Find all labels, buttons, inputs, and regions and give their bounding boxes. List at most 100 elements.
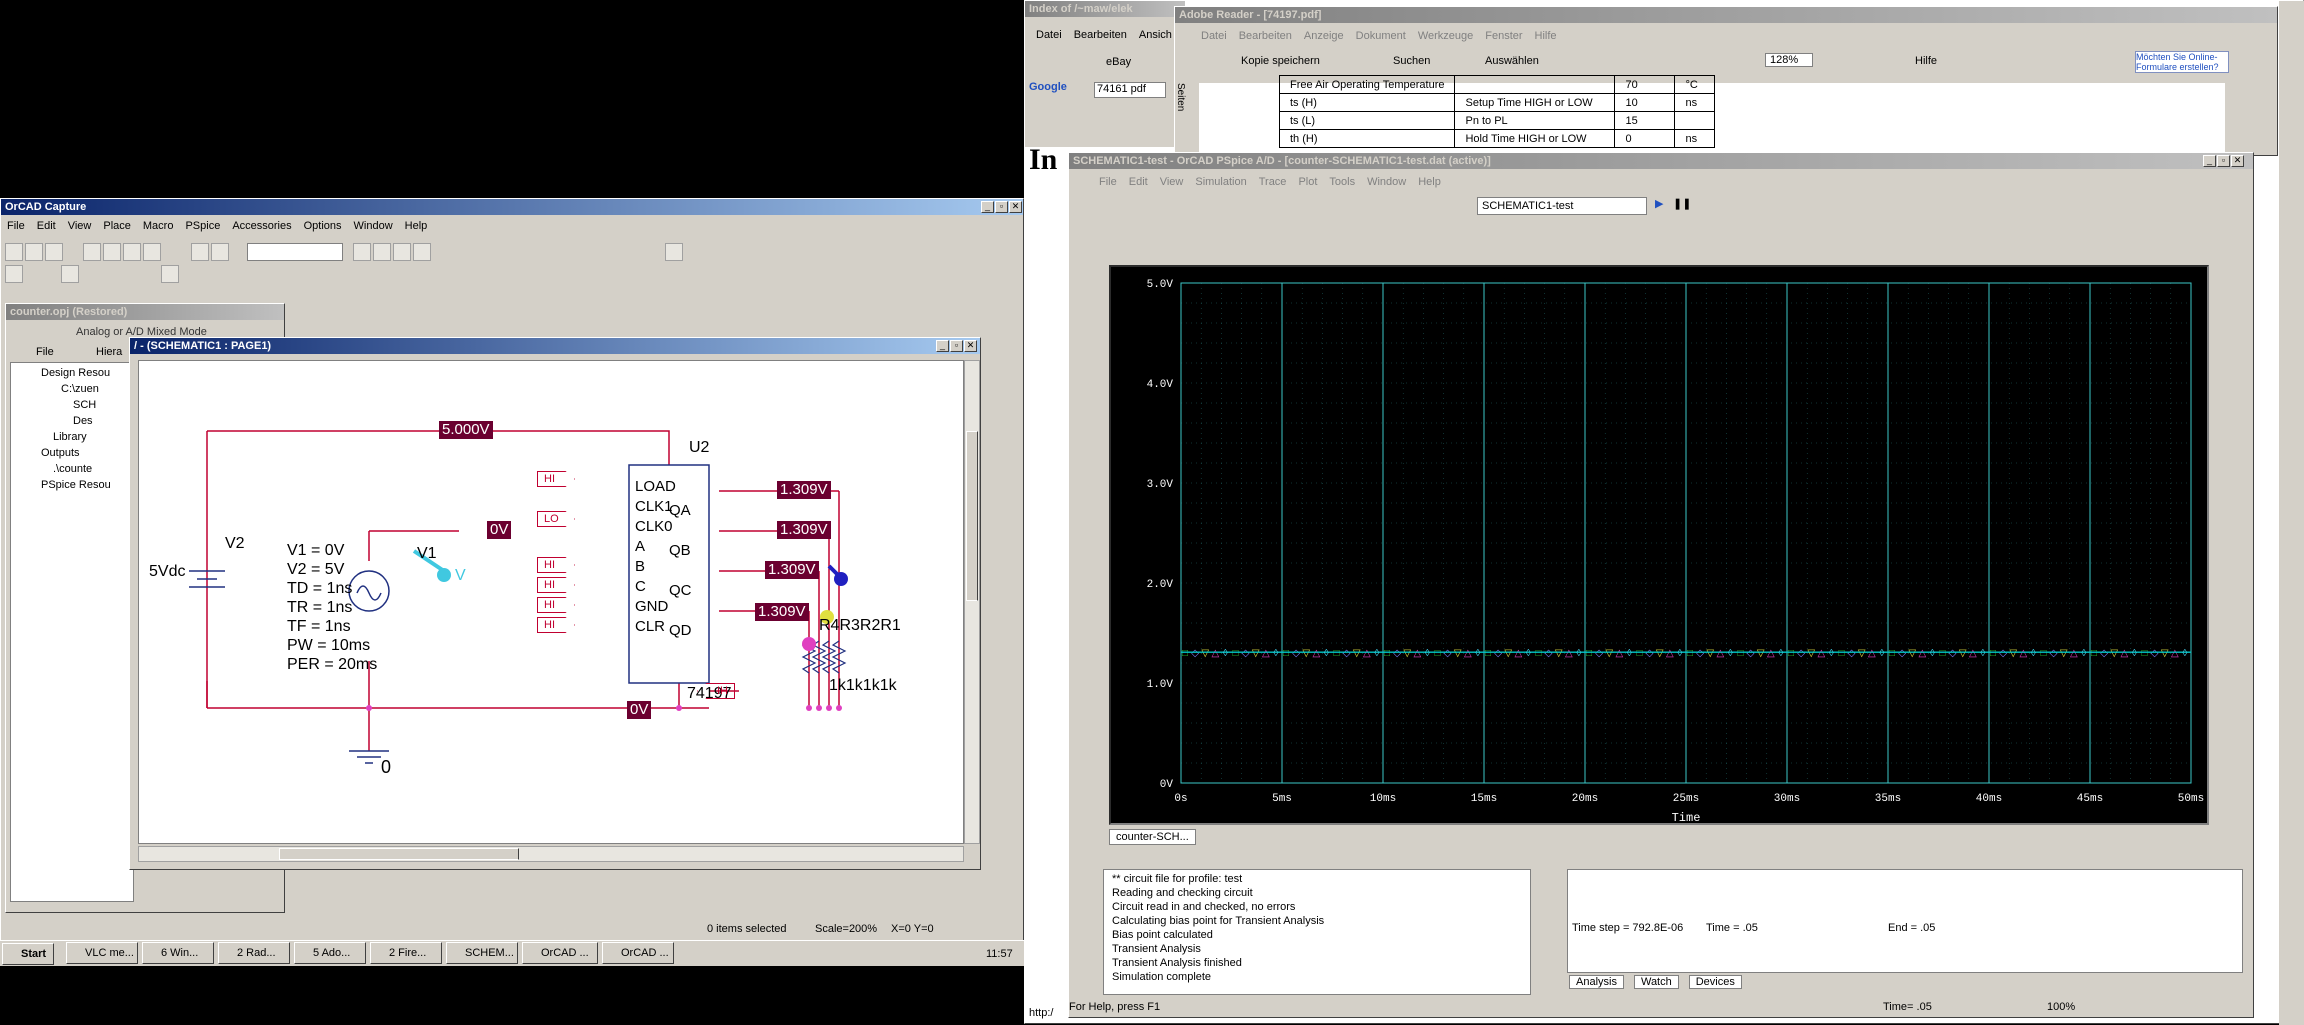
pspice-menu-simulation[interactable]: Simulation [1195,173,1246,191]
taskbar-item[interactable]: 2 Fire... [370,942,442,964]
reader-menu-0[interactable]: Datei [1201,27,1227,45]
taskbar-item[interactable]: 6 Win... [142,942,214,964]
select-tool-button[interactable]: Auswählen [1485,55,1539,67]
save-icon[interactable] [45,243,63,261]
copy-icon[interactable] [123,243,141,261]
tree-item[interactable]: Library [53,431,87,443]
zoom-field[interactable]: 128% [1765,53,1813,67]
pspice-menu-help[interactable]: Help [1418,173,1441,191]
tree-item[interactable]: Design Resou [41,367,110,379]
capture-title-bar[interactable]: OrCAD Capture [1,199,1023,215]
tree-item[interactable]: .\counte [53,463,92,475]
menu-item-macro[interactable]: Macro [143,217,174,235]
project-title-bar[interactable]: counter.opj (Restored) [6,304,284,320]
h-scrollbar[interactable] [138,846,964,862]
run-pspice-icon[interactable] [61,265,79,283]
schematic-min-button[interactable]: _ [936,340,949,352]
reader-menu-5[interactable]: Fenster [1485,27,1522,45]
schematic-close-button[interactable]: ✕ [964,340,977,352]
browser-menu-0[interactable]: Datei [1036,26,1062,44]
taskbar-item[interactable]: SCHEM... [446,942,518,964]
pspice-menu-view[interactable]: View [1160,173,1184,191]
tab-devices[interactable]: Devices [1688,975,1742,989]
start-button[interactable]: Start [2,943,54,965]
reader-menu-2[interactable]: Anzeige [1304,27,1344,45]
save-copy-button[interactable]: Kopie speichern [1241,55,1320,67]
menu-item-accessories[interactable]: Accessories [232,217,291,235]
maximize-button[interactable]: ▫ [995,201,1008,213]
help-icon[interactable] [665,243,683,261]
taskbar-item[interactable]: OrCAD ... [602,942,674,964]
taskbar-item[interactable]: OrCAD ... [522,942,598,964]
promo-link[interactable]: Möchten Sie Online-Formulare erstellen? [2135,51,2229,73]
menu-item-file[interactable]: File [7,217,25,235]
pspice-close-button[interactable]: ✕ [2231,155,2244,167]
menu-item-view[interactable]: View [68,217,92,235]
zoom-area-icon[interactable] [393,243,411,261]
redo-icon[interactable] [211,243,229,261]
menu-item-help[interactable]: Help [405,217,428,235]
browser-menu-2[interactable]: Ansich [1139,26,1172,44]
schematic-title-bar[interactable]: / - (SCHEMATIC1 : PAGE1) [130,338,980,354]
reader-menu-3[interactable]: Dokument [1356,27,1406,45]
tree-item[interactable]: Outputs [41,447,80,459]
pspice-title-bar[interactable]: SCHEMATIC1-test - OrCAD PSpice A/D - [co… [1069,153,2253,169]
menu-item-pspice[interactable]: PSpice [185,217,220,235]
tree-item[interactable]: PSpice Resou [41,479,111,491]
reader-menu-6[interactable]: Hilfe [1535,27,1557,45]
netlist-icon[interactable] [5,265,23,283]
taskbar-item[interactable]: VLC me... [66,942,138,964]
probe-icon[interactable] [161,265,179,283]
taskbar-item[interactable]: 2 Rad... [218,942,290,964]
pspice-max-button[interactable]: ▫ [2217,155,2230,167]
cut-icon[interactable] [103,243,121,261]
pspice-menu-trace[interactable]: Trace [1259,173,1287,191]
menu-item-edit[interactable]: Edit [37,217,56,235]
pspice-menu-window[interactable]: Window [1367,173,1406,191]
browser-search-box[interactable]: 74161 pdf [1094,82,1166,98]
menu-item-window[interactable]: Window [354,217,393,235]
zoom-in-icon[interactable] [353,243,371,261]
search-button[interactable]: Suchen [1393,55,1430,67]
pspice-menu-file[interactable]: File [1099,173,1117,191]
v-scrollbar[interactable] [964,360,980,844]
plot-area[interactable]: 0s 5ms 10ms 15ms 20ms 25ms 30ms 35ms 40ms 45ms 50m… [1109,265,2209,825]
tree-item[interactable]: Des [73,415,93,427]
new-icon[interactable] [5,243,23,261]
tab-hierarchy[interactable]: Hiera [96,346,122,358]
open-icon[interactable] [25,243,43,261]
profile-dropdown[interactable]: SCHEMATIC1-test [1477,197,1647,215]
tab-analysis[interactable]: Analysis [1569,975,1624,989]
paste-icon[interactable] [143,243,161,261]
print-icon[interactable] [83,243,101,261]
tab-file[interactable]: File [36,346,54,358]
zoom-all-icon[interactable] [413,243,431,261]
ebay-label[interactable]: eBay [1106,56,1131,68]
browser-menu-1[interactable]: Bearbeiten [1074,26,1127,44]
taskbar-item[interactable]: 5 Ado... [294,942,366,964]
run-button[interactable]: ▶ [1655,197,1663,210]
menu-item-options[interactable]: Options [304,217,342,235]
schematic-max-button[interactable]: ▫ [950,340,963,352]
pspice-menu-edit[interactable]: Edit [1129,173,1148,191]
tab-watch[interactable]: Watch [1633,975,1679,989]
browser-title-bar[interactable]: Index of /~maw/elek [1025,1,1185,17]
pspice-min-button[interactable]: _ [2203,155,2216,167]
tree-item[interactable]: C:\zuen [61,383,99,395]
close-button[interactable]: ✕ [1009,201,1022,213]
probe-marker[interactable]: V [455,567,466,585]
pspice-menu-tools[interactable]: Tools [1329,173,1355,191]
schematic-canvas[interactable]: 5.000V 0V 1.309V 1.309V 1.309V 1.309V 0V… [138,360,964,844]
zoom-out-icon[interactable] [373,243,391,261]
undo-icon[interactable] [191,243,209,261]
pause-button[interactable]: ❚❚ [1673,197,1691,210]
minimize-button[interactable]: _ [981,201,994,213]
reader-title-bar[interactable]: Adobe Reader - [74197.pdf] [1175,7,2277,23]
reader-menu-4[interactable]: Werkzeuge [1418,27,1473,45]
pages-tab[interactable]: Seiten [1175,83,1186,111]
tree-item[interactable]: SCH [73,399,96,411]
menu-item-place[interactable]: Place [103,217,131,235]
reader-menu-1[interactable]: Bearbeiten [1239,27,1292,45]
part-dropdown[interactable] [247,243,343,261]
pspice-menu-plot[interactable]: Plot [1298,173,1317,191]
